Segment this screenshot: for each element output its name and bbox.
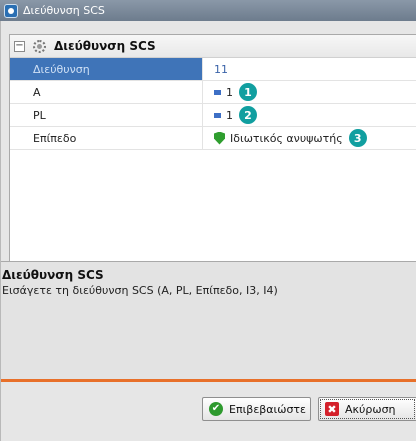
description-title: Διεύθυνση SCS: [2, 268, 104, 282]
confirm-button-label: Επιβεβαιώστε: [229, 402, 307, 416]
property-row-address[interactable]: Διεύθυνση 11: [10, 58, 416, 81]
close-icon: ✖: [325, 402, 339, 416]
property-row-a[interactable]: A 1 1: [10, 81, 416, 104]
app-icon: [4, 3, 18, 18]
property-value: Ιδιωτικός ανυψωτής: [230, 131, 343, 145]
title-bar: Διεύθυνση SCS: [0, 0, 416, 21]
property-label: Επίπεδο: [10, 127, 203, 149]
window-title: Διεύθυνση SCS: [23, 4, 105, 17]
cancel-button[interactable]: ✖ Ακύρωση: [318, 397, 416, 421]
property-label: A: [10, 81, 203, 103]
property-grid: − Διεύθυνση SCS Διεύθυνση 11 A 1 1 PL 1 …: [9, 34, 416, 279]
property-label: PL: [10, 104, 203, 126]
property-value-address[interactable]: 11: [203, 58, 416, 80]
collapse-icon[interactable]: −: [14, 40, 25, 52]
property-value: 1: [226, 108, 233, 122]
callout-badge: 1: [239, 83, 257, 101]
property-value: 1: [226, 85, 233, 99]
description-text: Εισάγετε τη διεύθυνση SCS (A, PL, Επίπεδ…: [2, 284, 278, 297]
cancel-button-label: Ακύρωση: [345, 402, 396, 416]
property-row-level[interactable]: Επίπεδο Ιδιωτικός ανυψωτής 3: [10, 127, 416, 150]
value-marker-icon: [214, 89, 221, 95]
property-group-title: Διεύθυνση SCS: [54, 39, 156, 53]
property-label: Διεύθυνση: [10, 58, 203, 80]
shield-icon: [214, 131, 225, 145]
button-bar: ✔ Επιβεβαιώστε ✖ Ακύρωση: [1, 382, 416, 441]
description-panel: Διεύθυνση SCS Εισάγετε τη διεύθυνση SCS …: [1, 261, 416, 379]
property-value: 11: [214, 62, 228, 76]
value-marker-icon: [214, 112, 221, 118]
confirm-button[interactable]: ✔ Επιβεβαιώστε: [202, 397, 311, 421]
property-value-a[interactable]: 1 1: [203, 81, 416, 103]
dialog-window: − Διεύθυνση SCS Διεύθυνση 11 A 1 1 PL 1 …: [0, 21, 416, 441]
callout-badge: 3: [348, 129, 367, 147]
property-group-header[interactable]: − Διεύθυνση SCS: [10, 35, 416, 58]
property-value-level[interactable]: Ιδιωτικός ανυψωτής 3: [203, 127, 416, 149]
check-icon: ✔: [209, 402, 223, 416]
property-row-pl[interactable]: PL 1 2: [10, 104, 416, 127]
callout-badge: 2: [239, 106, 257, 124]
property-value-pl[interactable]: 1 2: [203, 104, 416, 126]
gear-icon: [33, 39, 46, 53]
